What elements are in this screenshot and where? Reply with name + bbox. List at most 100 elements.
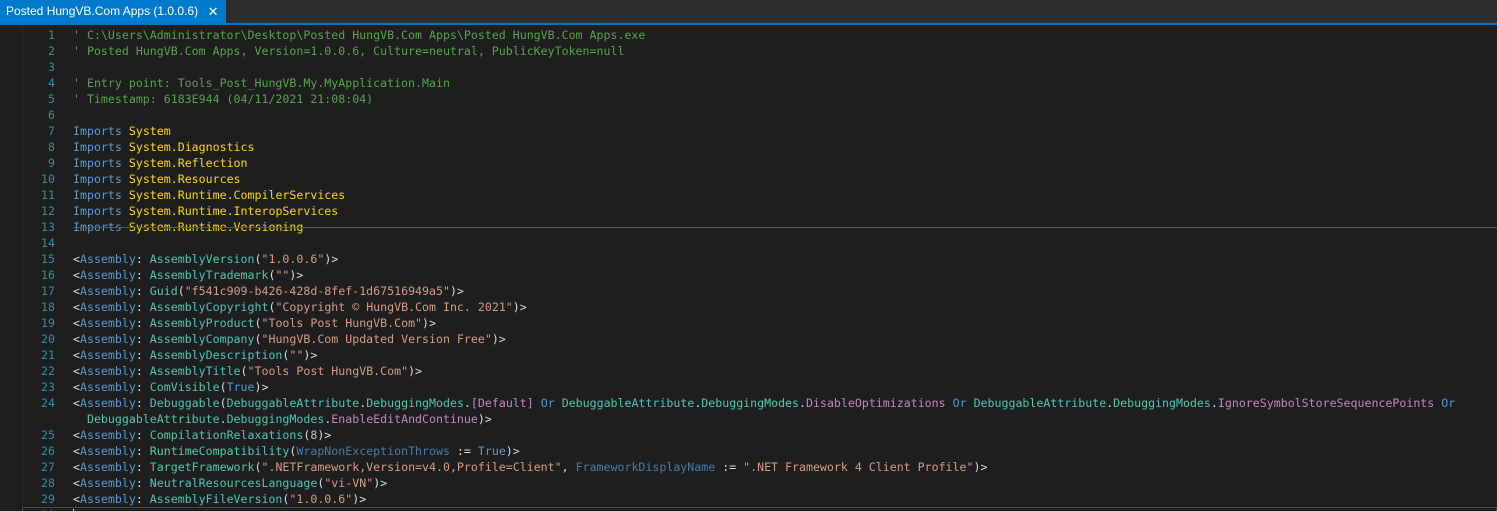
code-line[interactable]: 4 ' Entry point: Tools_Post_HungVB.My.MyA… xyxy=(22,75,1497,91)
code-token: < xyxy=(73,252,80,266)
line-code: Imports System.Runtime.InteropServices xyxy=(73,203,338,219)
line-number: 9 xyxy=(48,156,55,170)
line-number: 20 xyxy=(41,332,55,346)
code-token: < xyxy=(73,300,80,314)
code-token: Assembly xyxy=(79,300,136,314)
line-code: <Assembly: Guid("f541c909-b426-428d-8fef… xyxy=(73,283,464,299)
code-token: ( xyxy=(219,380,227,394)
line-number: 8 xyxy=(48,140,55,154)
line-number: 27 xyxy=(41,460,55,474)
code-token: Imports xyxy=(73,188,122,202)
code-line[interactable]: 12 Imports System.Runtime.InteropServices xyxy=(22,203,1497,219)
code-line[interactable]: 26 <Assembly: RuntimeCompatibility(WrapNo… xyxy=(22,443,1497,459)
code-token: )> xyxy=(477,412,492,426)
code-token: . xyxy=(219,412,227,426)
code-token: "Tools Post HungVB.Com" xyxy=(247,364,409,378)
code-token: < xyxy=(73,428,80,442)
line-code: <Assembly: NeutralResourcesLanguage("vi-… xyxy=(73,475,387,491)
code-line[interactable]: 22 <Assembly: AssemblyTitle("Tools Post H… xyxy=(22,363,1497,379)
code-line[interactable]: 11 Imports System.Runtime.CompilerService… xyxy=(22,187,1497,203)
code-line[interactable]: 2 ' Posted HungVB.Com Apps, Version=1.0.0… xyxy=(22,43,1497,59)
line-code: Imports System.Runtime.CompilerServices xyxy=(73,187,345,203)
code-line[interactable]: 18 <Assembly: AssemblyCopyright("Copyrigh… xyxy=(22,299,1497,315)
code-line[interactable]: 16 <Assembly: AssemblyTrademark("")> xyxy=(22,267,1497,283)
code-line[interactable]: 9 Imports System.Reflection xyxy=(22,155,1497,171)
code-line[interactable]: 21 <Assembly: AssemblyDescription("")> xyxy=(22,347,1497,363)
line-code: <Assembly: AssemblyCopyright("Copyright … xyxy=(73,299,527,315)
code-token: ComVisible xyxy=(149,380,220,394)
code-line[interactable]: 14 xyxy=(22,235,1497,251)
code-token: AssemblyFileVersion xyxy=(149,492,283,506)
code-editor[interactable]: 1 ' C:\Users\Administrator\Desktop\Posted… xyxy=(0,25,1497,511)
line-number: 19 xyxy=(41,316,55,330)
line-code: <Assembly: AssemblyCompany("HungVB.Com U… xyxy=(73,331,506,347)
code-line[interactable]: 27 <Assembly: TargetFramework(".NETFramew… xyxy=(22,459,1497,475)
code-token: )> xyxy=(254,380,269,394)
code-token: Or xyxy=(540,396,555,410)
code-line[interactable]: 5 ' Timestamp: 6183E944 (04/11/2021 21:08… xyxy=(22,91,1497,107)
line-code: <Assembly: AssemblyProduct("Tools Post H… xyxy=(73,315,436,331)
code-token: AssemblyCopyright xyxy=(149,300,269,314)
line-code: Imports System.Reflection xyxy=(73,155,248,171)
code-token: AssemblyCompany xyxy=(149,332,255,346)
code-line[interactable]: 23 <Assembly: ComVisible(True)> xyxy=(22,379,1497,395)
code-line[interactable]: 6 xyxy=(22,107,1497,123)
code-token: Assembly xyxy=(79,476,136,490)
code-line[interactable]: 30 xyxy=(22,507,1497,511)
code-token: Assembly xyxy=(79,316,136,330)
code-token: Assembly xyxy=(79,332,136,346)
code-token: "1.0.0.6" xyxy=(261,252,325,266)
code-line[interactable]: 24 <Assembly: Debuggable(DebuggableAttrib… xyxy=(22,395,1497,411)
code-token: Assembly xyxy=(79,380,136,394)
document-tab[interactable]: Posted HungVB.Com Apps (1.0.0.6) ✕ xyxy=(0,0,227,23)
line-number: 24 xyxy=(41,396,55,410)
code-line[interactable]: 29 <Assembly: AssemblyFileVersion("1.0.0.… xyxy=(22,491,1497,507)
code-token: < xyxy=(73,268,80,282)
code-line[interactable]: 15 <Assembly: AssemblyVersion("1.0.0.6")> xyxy=(22,251,1497,267)
code-token: Imports xyxy=(73,172,122,186)
code-line[interactable]: 7 Imports System xyxy=(22,123,1497,139)
line-code xyxy=(73,507,74,511)
line-code: <Assembly: TargetFramework(".NETFramewor… xyxy=(73,459,987,475)
code-token: DebuggingModes xyxy=(1113,396,1211,410)
code-line[interactable]: 1 ' C:\Users\Administrator\Desktop\Posted… xyxy=(22,27,1497,43)
close-icon[interactable]: ✕ xyxy=(206,0,220,23)
code-token: < xyxy=(73,284,80,298)
line-code: <Assembly: AssemblyDescription("")> xyxy=(73,347,317,363)
code-line[interactable]: 20 <Assembly: AssemblyCompany("HungVB.Com… xyxy=(22,331,1497,347)
code-token: True xyxy=(226,380,255,394)
code-line[interactable]: DebuggableAttribute.DebuggingModes.Enabl… xyxy=(22,411,1497,427)
code-line[interactable]: 25 <Assembly: CompilationRelaxations(8)> xyxy=(22,427,1497,443)
code-token: : xyxy=(135,492,150,506)
code-token: . xyxy=(1210,396,1218,410)
code-token: Assembly xyxy=(79,364,136,378)
code-token: DebuggableAttribute xyxy=(973,396,1107,410)
code-line[interactable]: 3 xyxy=(22,59,1497,75)
code-token: )> xyxy=(449,284,464,298)
line-number: 25 xyxy=(41,428,55,442)
line-number: 14 xyxy=(41,236,55,250)
code-line[interactable]: 8 Imports System.Diagnostics xyxy=(22,139,1497,155)
code-token: ( xyxy=(240,364,248,378)
code-line[interactable]: 10 Imports System.Resources xyxy=(22,171,1497,187)
line-number: 5 xyxy=(48,92,55,106)
code-token: )> xyxy=(373,476,388,490)
code-token: System.Diagnostics xyxy=(128,140,255,154)
code-token: NeutralResourcesLanguage xyxy=(149,476,318,490)
code-line[interactable]: 17 <Assembly: Guid("f541c909-b426-428d-8f… xyxy=(22,283,1497,299)
code-token: Imports xyxy=(73,140,122,154)
code-line[interactable]: 28 <Assembly: NeutralResourcesLanguage("v… xyxy=(22,475,1497,491)
code-line[interactable]: 19 <Assembly: AssemblyProduct("Tools Post… xyxy=(22,315,1497,331)
code-token: : xyxy=(135,396,150,410)
code-token: . xyxy=(463,396,471,410)
code-token: System.Runtime.InteropServices xyxy=(128,204,339,218)
code-token: WrapNonExceptionThrows xyxy=(296,444,450,458)
line-code: <Assembly: CompilationRelaxations(8)> xyxy=(73,427,331,443)
code-token: Assembly xyxy=(79,396,136,410)
